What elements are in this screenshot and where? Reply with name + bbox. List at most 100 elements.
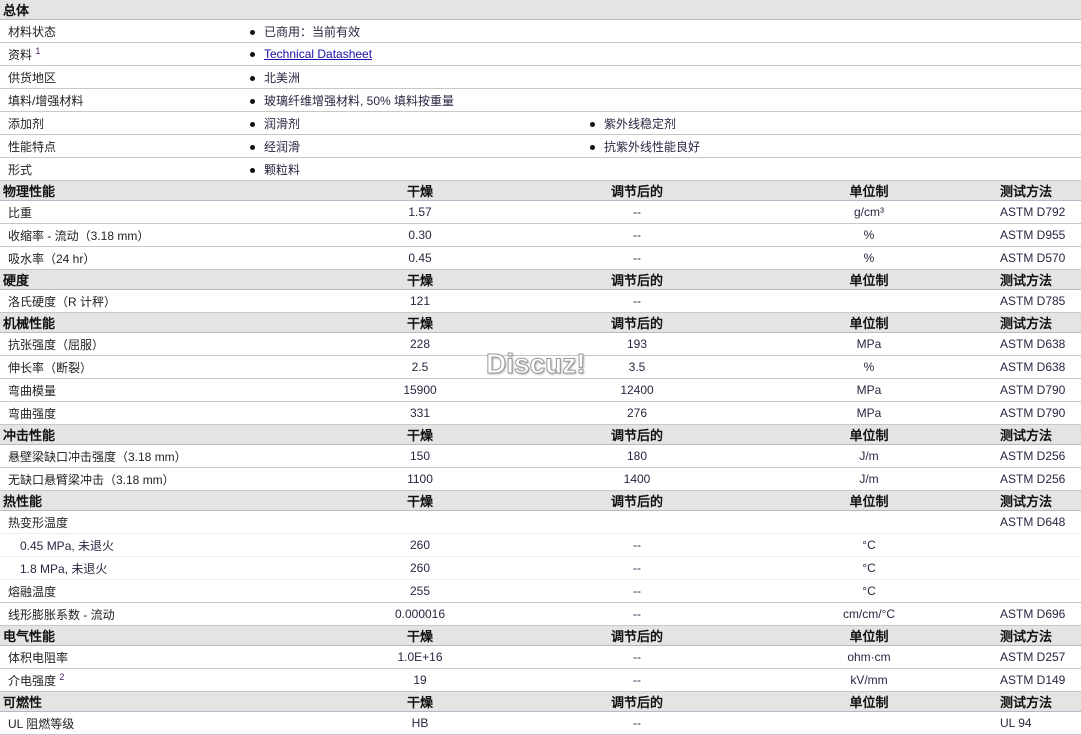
col-conditioned-header: 调节后的 (590, 180, 684, 201)
dry-value: HB (250, 711, 590, 735)
dry-value: 260 (250, 533, 590, 557)
conditioned-value: -- (590, 289, 684, 313)
col-dry-header: 干燥 (250, 691, 590, 712)
bullet-icon (250, 29, 255, 35)
row-label: 资料 1 (0, 42, 250, 66)
row-label: 洛氏硬度（R 计秤） (0, 289, 250, 313)
dry-value: 331 (250, 401, 590, 425)
value-text: 润滑剂 (264, 116, 301, 131)
unit-value: MPa (684, 401, 1000, 425)
unit-value (684, 289, 1000, 313)
conditioned-value: -- (590, 556, 684, 580)
test-method: ASTM D638 (1000, 355, 1081, 379)
bullet-icon (250, 121, 255, 127)
table-row: 比重 1.57 -- g/cm³ ASTM D792 (0, 200, 1081, 224)
unit-value: MPa (684, 332, 1000, 356)
conditioned-value: 193 (590, 332, 684, 356)
unit-value: % (684, 223, 1000, 247)
table-row: 洛氏硬度（R 计秤） 121 -- ASTM D785 (0, 289, 1081, 313)
value-text: 抗紫外线性能良好 (604, 139, 701, 154)
test-method: ASTM D256 (1000, 444, 1081, 468)
value-text: 已商用：当前有效 (264, 24, 361, 39)
unit-value: % (684, 355, 1000, 379)
col-unit-header: 单位制 (684, 625, 1000, 646)
row-label: 线形膨胀系数 - 流动 (0, 602, 250, 626)
dry-value: 150 (250, 444, 590, 468)
unit-value: kV/mm (684, 668, 1000, 692)
col-dry-header: 干燥 (250, 490, 590, 511)
conditioned-value: 276 (590, 401, 684, 425)
table-row: 0.45 MPa, 未退火 260 -- °C (0, 533, 1081, 557)
section-title: 可燃性 (0, 691, 250, 712)
section-title: 电气性能 (0, 625, 250, 646)
unit-value: cm/cm/°C (684, 602, 1000, 626)
section-header: 冲击性能 干燥 调节后的 单位制 测试方法 (0, 424, 1081, 445)
dry-value: 260 (250, 556, 590, 580)
unit-value: ohm·cm (684, 645, 1000, 669)
table-row: 体积电阻率 1.0E+16 -- ohm·cm ASTM D257 (0, 645, 1081, 669)
test-method (1000, 533, 1081, 557)
row-label: 无缺口悬臂梁冲击（3.18 mm） (0, 467, 250, 491)
col-unit-header: 单位制 (684, 312, 1000, 333)
row-value: 北美洲 (250, 65, 590, 89)
conditioned-value: 12400 (590, 378, 684, 402)
row-label: 填料/增强材料 (0, 88, 250, 112)
row-value-2 (590, 42, 1081, 66)
row-value: 润滑剂 (250, 111, 590, 135)
row-label: 热变形温度 (0, 510, 250, 534)
row-label: 弯曲强度 (0, 401, 250, 425)
row-label: 收缩率 - 流动（3.18 mm） (0, 223, 250, 247)
value-text: 经润滑 (264, 139, 301, 154)
bullet-icon (250, 98, 255, 104)
row-value-2 (590, 65, 1081, 89)
dry-value: 0.000016 (250, 602, 590, 626)
test-method: ASTM D638 (1000, 332, 1081, 356)
table-row: 熔融温度 255 -- °C (0, 579, 1081, 603)
bullet-icon (250, 167, 255, 173)
table-row: 收缩率 - 流动（3.18 mm） 0.30 --% ASTM D955 (0, 223, 1081, 247)
row-label: 性能特点 (0, 134, 250, 158)
row-label: 伸长率（断裂） (0, 355, 250, 379)
table-row: 介电强度 2 19 -- kV/mm ASTM D149 (0, 668, 1081, 692)
table-row: 无缺口悬臂梁冲击（3.18 mm） 1100 1400 J/m ASTM D256 (0, 467, 1081, 491)
test-method (1000, 556, 1081, 580)
table-row: 添加剂 润滑剂 紫外线稳定剂 (0, 111, 1081, 135)
col-dry-header: 干燥 (250, 424, 590, 445)
table-row: 1.8 MPa, 未退火 260 -- °C (0, 556, 1081, 580)
conditioned-value: -- (590, 668, 684, 692)
col-dry-header: 干燥 (250, 269, 590, 290)
conditioned-value: 180 (590, 444, 684, 468)
col-conditioned-header: 调节后的 (590, 269, 684, 290)
unit-value: MPa (684, 378, 1000, 402)
row-value: 经润滑 (250, 134, 590, 158)
watermark: Discuz! (486, 348, 587, 380)
table-row: UL 阻燃等级 HB -- UL 94 (0, 711, 1081, 735)
technical-datasheet-link[interactable]: Technical Datasheet (264, 47, 372, 61)
bullet-icon (590, 144, 595, 150)
section-header: 可燃性 干燥 调节后的 单位制 测试方法 (0, 691, 1081, 712)
dry-value: 1.0E+16 (250, 645, 590, 669)
unit-value: J/m (684, 444, 1000, 468)
table-row: 线形膨胀系数 - 流动 0.000016 -- cm/cm/°C ASTM D696 (0, 602, 1081, 626)
test-method: UL 94 (1000, 711, 1081, 735)
unit-value: °C (684, 579, 1000, 603)
table-row: 悬壁梁缺口冲击强度（3.18 mm） 150 180 J/m ASTM D256 (0, 444, 1081, 468)
conditioned-value: -- (590, 602, 684, 626)
col-method-header: 测试方法 (1000, 312, 1081, 333)
conditioned-value: -- (590, 200, 684, 224)
dry-value: 0.45 (250, 246, 590, 270)
col-unit-header: 单位制 (684, 691, 1000, 712)
unit-value (684, 510, 1000, 534)
col-conditioned-header: 调节后的 (590, 691, 684, 712)
section-title: 总体 (0, 0, 1081, 20)
bullet-icon (250, 75, 255, 81)
test-method: ASTM D257 (1000, 645, 1081, 669)
dry-value: 1.57 (250, 200, 590, 224)
value-text: 紫外线稳定剂 (604, 116, 677, 131)
unit-value: °C (684, 533, 1000, 557)
row-value: Technical Datasheet (250, 42, 590, 66)
test-method: ASTM D790 (1000, 378, 1081, 402)
row-value-2 (590, 88, 1081, 112)
row-label: 供货地区 (0, 65, 250, 89)
footnote-marker: 1 (35, 45, 41, 56)
